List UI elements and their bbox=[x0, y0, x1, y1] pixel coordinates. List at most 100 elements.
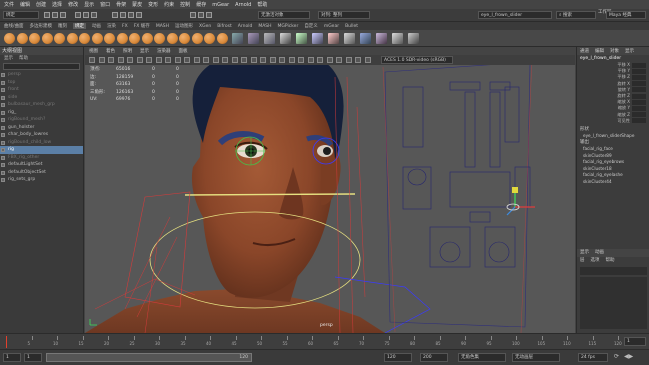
attribute-value-field[interactable] bbox=[632, 105, 646, 111]
render-settings-icon[interactable] bbox=[206, 12, 212, 18]
shelf-tool-icon[interactable] bbox=[191, 33, 203, 44]
shelf-tool-icon[interactable] bbox=[104, 33, 115, 44]
menu-item[interactable]: 帮助 bbox=[257, 1, 267, 8]
snap-point-icon[interactable] bbox=[128, 12, 134, 18]
select-component-icon[interactable] bbox=[91, 12, 97, 18]
menu-item[interactable]: 约束 bbox=[164, 1, 174, 8]
menu-item[interactable]: 显示 bbox=[84, 1, 94, 8]
viewport-tool-icon[interactable] bbox=[345, 57, 352, 63]
viewport-tool-icon[interactable] bbox=[279, 57, 285, 63]
anim-layer-dropdown[interactable]: 无动画层 bbox=[512, 353, 560, 362]
shelf-tool-icon[interactable] bbox=[41, 33, 53, 44]
shelf-tool-icon[interactable] bbox=[216, 33, 228, 44]
shelf-tool-icon[interactable] bbox=[141, 33, 153, 44]
attribute-value-field[interactable] bbox=[632, 99, 646, 105]
channel-box-tab[interactable]: 显示 bbox=[625, 48, 634, 54]
live-object-field[interactable]: 无激活对象 bbox=[258, 11, 310, 19]
shelf-tab[interactable]: Arnold bbox=[238, 24, 253, 29]
select-hierarchy-icon[interactable] bbox=[75, 12, 81, 18]
menu-item[interactable]: 文件 bbox=[4, 1, 14, 8]
outliner-item[interactable]: rigBound_child_low bbox=[0, 139, 83, 147]
shelf-tool-icon[interactable] bbox=[248, 33, 259, 44]
attribute-value-field[interactable] bbox=[632, 112, 646, 118]
shelf-tab[interactable]: 绑定 bbox=[73, 23, 87, 29]
viewport-tool-icon[interactable] bbox=[165, 57, 171, 63]
viewport-tool-icon[interactable] bbox=[317, 57, 323, 63]
viewport-menu-item[interactable]: 渲染器 bbox=[157, 48, 171, 54]
select-object-icon[interactable] bbox=[83, 12, 89, 18]
viewport-tool-icon[interactable] bbox=[136, 57, 143, 63]
viewport-tool-icon[interactable] bbox=[364, 57, 371, 63]
viewport-menu-item[interactable]: 着色 bbox=[106, 48, 115, 54]
outliner-item[interactable]: top bbox=[0, 79, 83, 87]
shelf-tool-icon[interactable] bbox=[54, 33, 65, 44]
start-frame-field[interactable]: 1 bbox=[3, 353, 21, 362]
menu-item[interactable]: 修改 bbox=[68, 1, 78, 8]
snap-grid-icon[interactable] bbox=[112, 12, 118, 18]
viewport-tool-icon[interactable] bbox=[212, 57, 219, 63]
viewport-tool-icon[interactable] bbox=[98, 57, 105, 63]
outliner-item[interactable]: bulbasaur_mesh_grp bbox=[0, 101, 83, 109]
channel-box-tab[interactable]: 编辑 bbox=[595, 48, 604, 54]
current-frame-field[interactable]: 1 bbox=[624, 337, 646, 346]
shelf-tab[interactable]: 多边形建模 bbox=[30, 23, 53, 29]
channel-box-tab[interactable]: 通道 bbox=[580, 48, 589, 54]
range-bar[interactable]: 120 bbox=[46, 353, 252, 362]
shelf-tool-icon[interactable] bbox=[312, 33, 323, 44]
shelf-tab[interactable]: 动画 bbox=[92, 23, 101, 29]
menu-item[interactable]: mGear bbox=[212, 2, 229, 8]
render-icon[interactable] bbox=[190, 12, 196, 18]
attribute-value-field[interactable] bbox=[632, 62, 646, 68]
shelf-tab[interactable]: Bullet bbox=[345, 24, 358, 29]
shelf-tab[interactable]: 运动图形 bbox=[175, 23, 193, 29]
new-scene-icon[interactable] bbox=[44, 12, 50, 18]
shelf-tool-icon[interactable] bbox=[79, 33, 90, 44]
fps-dropdown[interactable]: 24 fps bbox=[578, 353, 608, 362]
shelf-tool-icon[interactable] bbox=[344, 33, 355, 44]
channel-box-tab[interactable]: 对象 bbox=[610, 48, 619, 54]
shelf-tab[interactable]: FX bbox=[122, 24, 128, 29]
attribute-row[interactable]: 可见性 bbox=[577, 118, 649, 124]
outliner-item[interactable]: FBX_rig_other bbox=[0, 154, 83, 162]
viewport-menu-item[interactable]: 面板 bbox=[179, 48, 188, 54]
viewport-tool-icon[interactable] bbox=[146, 57, 152, 63]
viewport-tool-icon[interactable] bbox=[250, 57, 257, 63]
save-scene-icon[interactable] bbox=[60, 12, 66, 18]
viewport-tool-icon[interactable] bbox=[117, 57, 124, 63]
shelf-tab[interactable]: XGen bbox=[199, 24, 211, 29]
shelf-tab[interactable]: MASH bbox=[156, 24, 169, 29]
menu-item[interactable]: 窗口 bbox=[100, 1, 110, 8]
shelf-tool-icon[interactable] bbox=[328, 33, 339, 44]
outliner-menu-item[interactable]: 显示 bbox=[4, 55, 13, 62]
viewport-menu-item[interactable]: 视图 bbox=[89, 48, 98, 54]
outliner-item[interactable]: rig bbox=[0, 146, 83, 154]
attribute-value-field[interactable] bbox=[632, 74, 646, 80]
shelf-tool-icon[interactable] bbox=[296, 33, 307, 44]
viewport-tool-icon[interactable] bbox=[155, 57, 162, 63]
outliner-item[interactable]: persp bbox=[0, 71, 83, 79]
attribute-value-field[interactable] bbox=[632, 93, 646, 99]
shelf-tool-icon[interactable] bbox=[66, 33, 78, 44]
open-scene-icon[interactable] bbox=[52, 12, 58, 18]
viewport-tool-icon[interactable] bbox=[260, 57, 266, 63]
outliner-menu-item[interactable]: 帮助 bbox=[19, 55, 28, 62]
attribute-value-field[interactable] bbox=[632, 118, 646, 124]
outliner-item[interactable]: front bbox=[0, 86, 83, 94]
shelf-tool-icon[interactable] bbox=[16, 33, 28, 44]
attribute-value-field[interactable] bbox=[632, 87, 646, 93]
shelf-tool-icon[interactable] bbox=[91, 33, 103, 44]
shelf-tab[interactable]: 雕刻 bbox=[58, 23, 67, 29]
playback-controls-icon[interactable]: ◀▶ bbox=[624, 353, 633, 360]
layer-menu-item[interactable]: 选项 bbox=[591, 257, 600, 264]
viewport-tool-icon[interactable] bbox=[288, 57, 295, 63]
viewport-tool-icon[interactable] bbox=[231, 57, 238, 63]
outliner-item[interactable]: gun_holster bbox=[0, 124, 83, 132]
shelf-tab[interactable]: 曲线/曲面 bbox=[4, 23, 24, 29]
menu-item[interactable]: 控制 bbox=[180, 1, 190, 8]
menu-item[interactable]: 变形 bbox=[148, 1, 158, 8]
outliner-item[interactable]: defaultLightSet bbox=[0, 161, 83, 169]
layer-row[interactable] bbox=[580, 267, 647, 275]
mode-dropdown[interactable]: 绑定 bbox=[3, 11, 39, 19]
shelf-tab[interactable]: MGPicker bbox=[278, 24, 299, 29]
viewport-menu-item[interactable]: 照明 bbox=[123, 48, 132, 54]
